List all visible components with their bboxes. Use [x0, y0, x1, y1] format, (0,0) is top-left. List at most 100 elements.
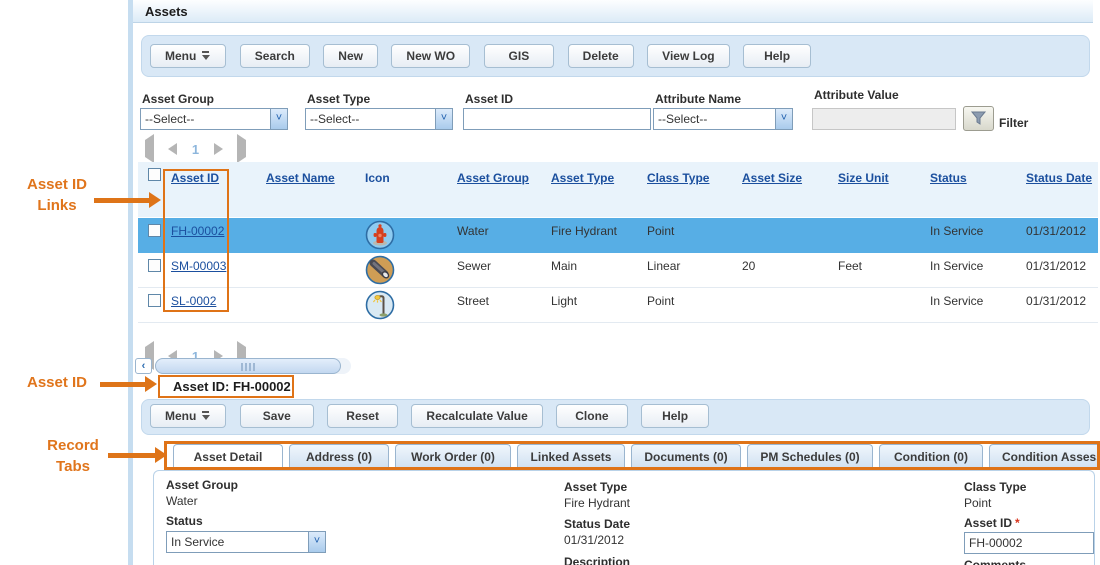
filter-asset-group-select[interactable]: --Select--˅ — [140, 108, 288, 130]
new-wo-button[interactable]: New WO — [391, 44, 470, 68]
required-asterisk: * — [1015, 516, 1020, 530]
detail-class-type-label: Class Type — [964, 480, 1026, 494]
chevron-down-icon[interactable]: ˅ — [775, 109, 792, 129]
column-header-status-date[interactable]: Status Date — [1026, 171, 1092, 185]
clone-button[interactable]: Clone — [556, 404, 627, 428]
annotation-arrow — [108, 453, 156, 458]
detail-status-label: Status — [166, 514, 203, 528]
next-page-icon[interactable] — [214, 143, 223, 155]
filter-button[interactable] — [963, 106, 994, 131]
annotation-arrow — [100, 382, 146, 387]
tab-work-order[interactable]: Work Order (0) — [395, 444, 511, 469]
menu-dropdown-icon — [201, 50, 211, 61]
filter-asset-type-select[interactable]: --Select--˅ — [305, 108, 453, 130]
detail-asset-type-label: Asset Type — [564, 480, 627, 494]
row-checkbox[interactable] — [148, 259, 161, 272]
help-button[interactable]: Help — [743, 44, 811, 68]
menu-dropdown-icon — [201, 410, 211, 421]
filter-attribute-name-label: Attribute Name — [655, 92, 741, 106]
filter-asset-id-label: Asset ID — [465, 92, 513, 106]
street-light-icon — [365, 290, 395, 325]
assets-module-panel: Assets Menu Search New New WO GIS Delete… — [128, 0, 1093, 565]
last-page-icon[interactable] — [237, 140, 246, 158]
search-button[interactable]: Search — [240, 44, 310, 68]
funnel-icon — [970, 110, 987, 127]
fire-hydrant-icon — [365, 220, 395, 255]
asset-detail-panel: Asset Group Water Status In Service˅ Ass… — [153, 470, 1095, 565]
detail-description-label: Description — [564, 555, 630, 565]
page-number: 1 — [192, 142, 199, 157]
scrollbar-thumb[interactable] — [155, 358, 341, 374]
column-header-class-type[interactable]: Class Type — [647, 171, 709, 185]
gis-button[interactable]: GIS — [484, 44, 555, 68]
scrollbar-grip — [241, 363, 255, 371]
assets-grid: Asset ID Asset Name Icon Asset Group Ass… — [138, 162, 1098, 345]
column-header-icon: Icon — [365, 171, 390, 185]
chevron-down-icon[interactable]: ˅ — [435, 109, 452, 129]
delete-button[interactable]: Delete — [568, 44, 634, 68]
filter-asset-id-input[interactable] — [463, 108, 651, 130]
annotation-arrow — [94, 198, 150, 203]
detail-asset-id-input[interactable] — [964, 532, 1094, 554]
record-title: Asset ID: FH-00002 — [173, 379, 291, 394]
tab-condition-assessment[interactable]: Condition Assessm — [989, 444, 1100, 469]
column-header-status[interactable]: Status — [930, 171, 967, 185]
annotation-record-tabs: Record Tabs — [30, 435, 116, 477]
chevron-down-icon[interactable]: ˅ — [308, 532, 325, 552]
table-row[interactable]: SM-00003 Sewer Main Linear 20 Feet In Se… — [138, 253, 1098, 288]
row-checkbox[interactable] — [148, 294, 161, 307]
recalculate-value-button[interactable]: Recalculate Value — [411, 404, 542, 428]
column-header-asset-group[interactable]: Asset Group — [457, 171, 529, 185]
column-header-asset-type[interactable]: Asset Type — [551, 171, 614, 185]
filter-button-label: Filter — [999, 116, 1028, 130]
asset-id-link[interactable]: SM-00003 — [171, 259, 226, 273]
menu-button[interactable]: Menu — [150, 44, 226, 68]
save-button[interactable]: Save — [240, 404, 314, 428]
filter-asset-type-label: Asset Type — [307, 92, 370, 106]
detail-status-select[interactable]: In Service˅ — [166, 531, 326, 553]
scroll-left-icon[interactable]: ‹ — [135, 358, 152, 374]
tab-documents[interactable]: Documents (0) — [631, 444, 741, 469]
filter-attribute-name-select[interactable]: --Select--˅ — [653, 108, 793, 130]
column-header-asset-size[interactable]: Asset Size — [742, 171, 802, 185]
detail-asset-group-value: Water — [166, 494, 198, 508]
grid-header-row: Asset ID Asset Name Icon Asset Group Ass… — [138, 162, 1098, 217]
tab-linked-assets[interactable]: Linked Assets — [517, 444, 625, 469]
tab-asset-detail[interactable]: Asset Detail — [173, 444, 283, 469]
column-header-asset-id[interactable]: Asset ID — [171, 171, 219, 185]
reset-button[interactable]: Reset — [327, 404, 398, 428]
first-page-icon[interactable] — [145, 140, 154, 158]
row-checkbox[interactable] — [148, 224, 161, 237]
asset-id-link[interactable]: FH-00002 — [171, 224, 224, 238]
annotation-asset-id-links: Asset ID Links — [14, 174, 100, 216]
filter-attribute-value-label: Attribute Value — [814, 88, 899, 102]
detail-comments-label: Comments — [964, 558, 1026, 565]
module-title: Assets — [133, 0, 1093, 23]
grid-pager-top: 1 — [145, 140, 256, 154]
record-menu-button[interactable]: Menu — [150, 404, 226, 428]
tab-condition[interactable]: Condition (0) — [879, 444, 983, 469]
previous-page-icon[interactable] — [168, 143, 177, 155]
detail-class-type-value: Point — [964, 496, 991, 510]
table-row[interactable]: SL-0002 Street Light Point In Service 01… — [138, 288, 1098, 323]
detail-asset-id-label: Asset ID* — [964, 516, 1020, 530]
help-button[interactable]: Help — [641, 404, 709, 428]
detail-asset-type-value: Fire Hydrant — [564, 496, 630, 510]
detail-status-date-value: 01/31/2012 — [564, 533, 624, 547]
horizontal-scrollbar[interactable] — [155, 358, 351, 374]
view-log-button[interactable]: View Log — [647, 44, 729, 68]
detail-status-date-label: Status Date — [564, 517, 630, 531]
annotation-asset-id: Asset ID — [14, 372, 100, 393]
column-header-size-unit[interactable]: Size Unit — [838, 171, 889, 185]
new-button[interactable]: New — [323, 44, 378, 68]
tab-address[interactable]: Address (0) — [289, 444, 389, 469]
sewer-main-icon — [365, 255, 395, 290]
tab-pm-schedules[interactable]: PM Schedules (0) — [747, 444, 873, 469]
detail-asset-group-label: Asset Group — [166, 478, 238, 492]
table-row[interactable]: FH-00002 Water Fire Hydrant Point I — [138, 218, 1098, 253]
chevron-down-icon[interactable]: ˅ — [270, 109, 287, 129]
filter-asset-group-label: Asset Group — [142, 92, 214, 106]
column-header-asset-name[interactable]: Asset Name — [266, 171, 335, 185]
asset-id-link[interactable]: SL-0002 — [171, 294, 216, 308]
select-all-checkbox[interactable] — [148, 168, 161, 181]
